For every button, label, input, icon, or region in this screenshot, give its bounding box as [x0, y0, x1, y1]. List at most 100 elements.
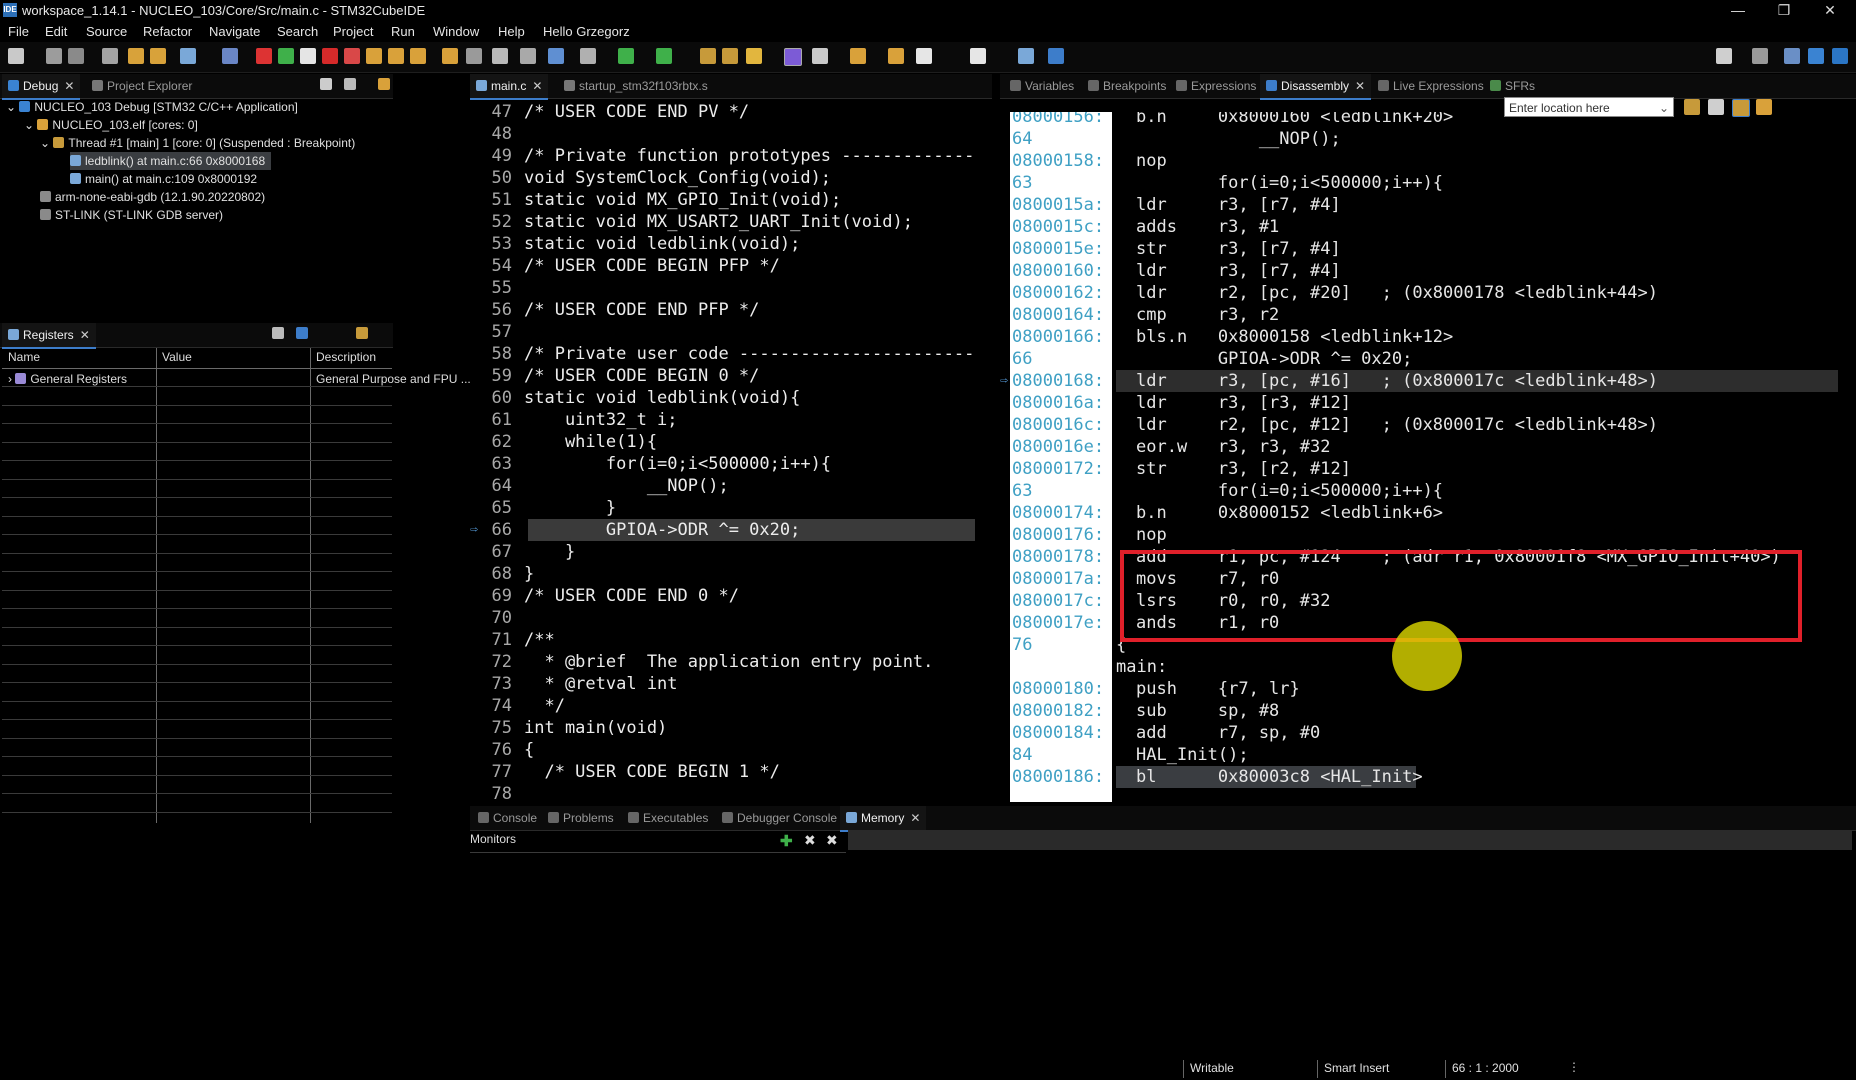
back-icon[interactable] — [916, 48, 932, 64]
memory-rendering-area[interactable] — [848, 830, 1852, 850]
step-into-icon[interactable] — [366, 48, 382, 64]
menu-window[interactable]: Window — [433, 24, 479, 39]
tab-project-explorer[interactable]: Project Explorer — [86, 74, 198, 98]
close-icon[interactable]: ✕ — [80, 328, 90, 342]
tree-item-stlink[interactable]: ST-LINK (ST-LINK GDB server) — [40, 206, 223, 224]
save-all-icon[interactable] — [68, 48, 84, 64]
tab-main-c[interactable]: main.c ✕ — [470, 74, 549, 100]
menu-edit[interactable]: Edit — [45, 24, 67, 39]
annotation-icon[interactable] — [812, 48, 828, 64]
last-edit-icon[interactable] — [888, 48, 904, 64]
column-value[interactable]: Value — [162, 350, 192, 364]
debug-menu-icon[interactable] — [466, 48, 482, 64]
perspective-mx-icon[interactable] — [1832, 48, 1848, 64]
refresh-icon[interactable] — [180, 48, 196, 64]
open-type-icon[interactable] — [722, 48, 738, 64]
tree-item-launch[interactable]: ⌄ NUCLEO_103 Debug [STM32 C/C++ Applicat… — [6, 98, 298, 116]
instruction-stepping-icon[interactable] — [442, 48, 458, 64]
perspective-cpp-icon[interactable] — [1784, 48, 1800, 64]
link-icon[interactable] — [222, 48, 238, 64]
step-over-icon[interactable] — [388, 48, 404, 64]
maximize-button[interactable]: ❐ — [1764, 0, 1804, 22]
search-icon[interactable] — [1716, 48, 1732, 64]
tab-executables[interactable]: Executables — [622, 806, 714, 830]
tab-memory[interactable]: Memory ✕ — [840, 806, 927, 832]
perspective-debug-icon[interactable] — [1808, 48, 1824, 64]
menu-run[interactable]: Run — [391, 24, 415, 39]
disassembly-listing[interactable]: 08000156: b.n 0x8000160 <ledblink+20> 64 _… — [1000, 112, 1850, 802]
forward-icon[interactable] — [970, 48, 986, 64]
info-icon[interactable] — [1048, 48, 1064, 64]
add-monitor-icon[interactable]: ✚ — [780, 832, 793, 850]
step-icon[interactable] — [378, 78, 390, 90]
terminate-icon[interactable] — [322, 48, 338, 64]
add-register-group-icon[interactable] — [272, 327, 284, 339]
tab-live-expressions[interactable]: Live Expressions — [1372, 74, 1490, 98]
tree-item-thread[interactable]: ⌄ Thread #1 [main] 1 [core: 0] (Suspende… — [40, 134, 355, 152]
more-options-icon[interactable]: ⋮ — [1568, 1060, 1580, 1074]
tree-item-frame-ledblink[interactable]: ledblink() at main.c:66 0x8000168 — [70, 152, 272, 170]
minimize-button[interactable]: — — [1718, 0, 1758, 22]
undo-icon[interactable] — [128, 48, 144, 64]
close-button[interactable]: ✕ — [1810, 0, 1850, 22]
menu-source[interactable]: Source — [86, 24, 127, 39]
open-folder-icon[interactable] — [700, 48, 716, 64]
tab-expressions[interactable]: Expressions — [1170, 74, 1262, 98]
tree-item-process[interactable]: ⌄ NUCLEO_103.elf [cores: 0] — [24, 116, 198, 134]
skip-breakpoints-icon[interactable] — [256, 48, 272, 64]
open-perspective-icon[interactable] — [1752, 48, 1768, 64]
tab-console[interactable]: Console — [472, 806, 543, 830]
menu-project[interactable]: Project — [333, 24, 373, 39]
disconnect-icon[interactable] — [344, 48, 360, 64]
close-icon[interactable]: ✕ — [910, 811, 920, 825]
toggle-mark-occurrences-icon[interactable] — [784, 48, 802, 66]
tab-debug[interactable]: Debug ✕ — [2, 74, 81, 100]
tab-startup-s[interactable]: startup_stm32f103rbtx.s — [558, 74, 714, 98]
close-icon[interactable]: ✕ — [532, 79, 542, 93]
export-icon[interactable] — [356, 327, 368, 339]
menu-search[interactable]: Search — [277, 24, 318, 39]
table-row[interactable]: › General Registers — [8, 372, 127, 386]
tab-sfrs[interactable]: SFRs — [1484, 74, 1541, 98]
code-editor[interactable]: 47 /* USER CODE END PV */ 48 49 /* Private f… — [470, 101, 975, 801]
collapse-all-icon[interactable] — [320, 78, 332, 90]
code-line: * @retval int — [524, 674, 678, 694]
resume-icon[interactable] — [278, 48, 294, 64]
menu-user[interactable]: Hello Grzegorz — [543, 24, 630, 39]
tab-problems[interactable]: Problems — [542, 806, 620, 830]
new-file-icon[interactable] — [8, 48, 24, 64]
highlighter-icon[interactable] — [746, 48, 762, 64]
close-icon[interactable]: ✕ — [64, 79, 74, 93]
build-icon[interactable] — [102, 48, 118, 64]
step-return-icon[interactable] — [410, 48, 426, 64]
tab-registers[interactable]: Registers ✕ — [2, 323, 96, 349]
suspend-icon[interactable] — [300, 48, 316, 64]
remove-terminated-icon[interactable] — [344, 78, 356, 90]
tab-breakpoints[interactable]: Breakpoints — [1082, 74, 1172, 98]
target-icon[interactable] — [548, 48, 564, 64]
remove-all-monitors-icon[interactable]: ✖ — [826, 832, 838, 849]
column-description[interactable]: Description — [316, 350, 376, 364]
settings-gear-icon[interactable] — [580, 48, 596, 64]
tab-disassembly[interactable]: Disassembly ✕ — [1260, 74, 1372, 100]
tab-variables[interactable]: Variables — [1004, 74, 1080, 98]
tree-item-frame-main[interactable]: main() at main.c:109 0x8000192 — [70, 170, 257, 188]
column-name[interactable]: Name — [8, 350, 40, 364]
menu-navigate[interactable]: Navigate — [209, 24, 260, 39]
menu-file[interactable]: File — [8, 24, 29, 39]
save-icon[interactable] — [46, 48, 62, 64]
menu-help[interactable]: Help — [498, 24, 525, 39]
open-console-icon[interactable] — [1018, 48, 1034, 64]
cpu-icon[interactable] — [520, 48, 536, 64]
redo-icon[interactable] — [150, 48, 166, 64]
remove-monitor-icon[interactable]: ✖ — [804, 832, 816, 849]
close-icon[interactable]: ✕ — [1355, 79, 1365, 93]
toggle-layout-icon[interactable] — [296, 327, 308, 339]
tree-item-gdb[interactable]: arm-none-eabi-gdb (12.1.90.20220802) — [40, 188, 265, 206]
next-annotation-icon[interactable] — [850, 48, 866, 64]
debug-run-icon[interactable] — [656, 48, 672, 64]
reset-chip-icon[interactable] — [492, 48, 508, 64]
menu-refactor[interactable]: Refactor — [143, 24, 192, 39]
run-icon[interactable] — [618, 48, 634, 64]
tab-debugger-console[interactable]: Debugger Console — [716, 806, 843, 830]
